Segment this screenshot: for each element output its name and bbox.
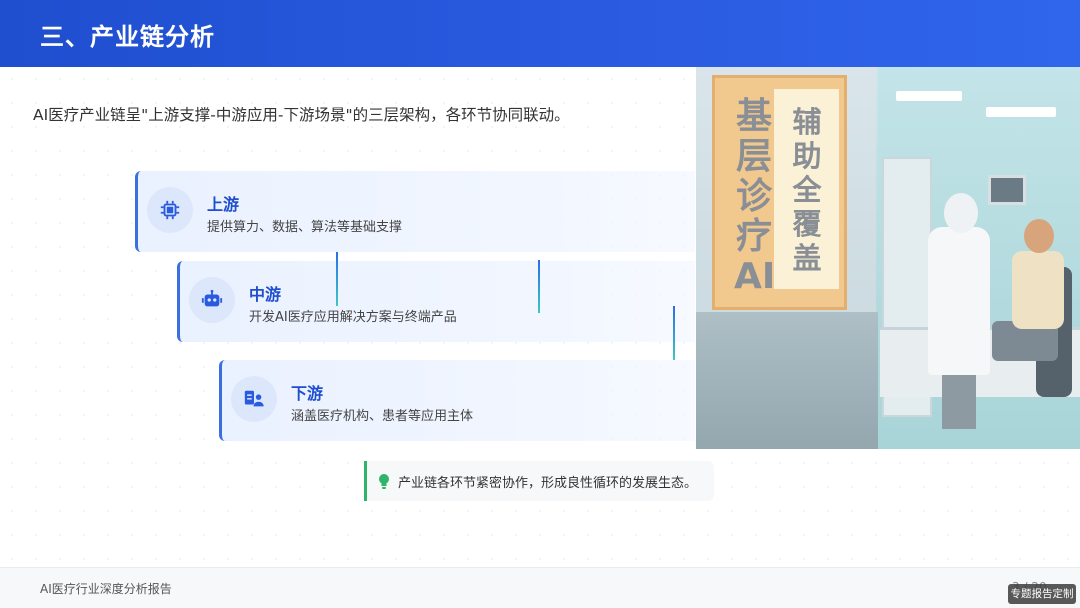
flow-connector (673, 306, 675, 360)
tier-description: 涵盖医疗机构、患者等应用主体 (291, 409, 474, 424)
intro-text: AI医疗产业链呈"上游支撑-中游应用-下游场景"的三层架构，各环节协同联动。 (33, 106, 570, 124)
sign-text-right: 辅助全覆盖 (792, 105, 822, 275)
tier-name: 下游 (291, 384, 324, 403)
sign-text-left: 基层诊疗AI (734, 96, 776, 297)
footer-bar: AI医疗行业深度分析报告 3 / 20 (0, 568, 1080, 608)
page-title: 三、产业链分析 (40, 23, 215, 51)
wall-monitor (988, 175, 1026, 205)
robot-icon (189, 277, 235, 323)
ceiling-light (896, 91, 962, 101)
summary-text: 产业链各环节紧密协作，形成良性循环的发展生态。 (398, 476, 698, 491)
header-bar: 三、产业链分析 (0, 0, 1080, 67)
reception-counter (696, 312, 886, 449)
flow-connector (336, 252, 338, 306)
robot-head (944, 193, 978, 233)
clinic-illustration: 基层诊疗AI 辅助全覆盖 (696, 67, 1080, 449)
tier-name: 上游 (207, 195, 240, 214)
user-id-icon (231, 376, 277, 422)
tier-midstream: 中游 开发AI医疗应用解决方案与终端产品 (177, 261, 695, 342)
patient-figure (1012, 251, 1064, 329)
robot-doctor-figure (928, 227, 990, 375)
summary-note: 产业链各环节紧密协作，形成良性循环的发展生态。 (364, 461, 714, 501)
flow-connector (538, 260, 540, 313)
footer-title: AI医疗行业深度分析报告 (40, 582, 172, 596)
robot-legs (942, 369, 976, 429)
ceiling-light (986, 107, 1056, 117)
tier-description: 提供算力、数据、算法等基础支撑 (207, 220, 403, 235)
tier-upstream: 上游 提供算力、数据、算法等基础支撑 (135, 171, 695, 252)
chip-icon (147, 187, 193, 233)
lightbulb-icon (379, 474, 389, 489)
watermark-badge: 专题报告定制 (1008, 584, 1076, 604)
tier-downstream: 下游 涵盖医疗机构、患者等应用主体 (219, 360, 695, 441)
tier-description: 开发AI医疗应用解决方案与终端产品 (249, 310, 457, 325)
patient-head (1024, 219, 1054, 253)
tier-name: 中游 (249, 285, 282, 304)
